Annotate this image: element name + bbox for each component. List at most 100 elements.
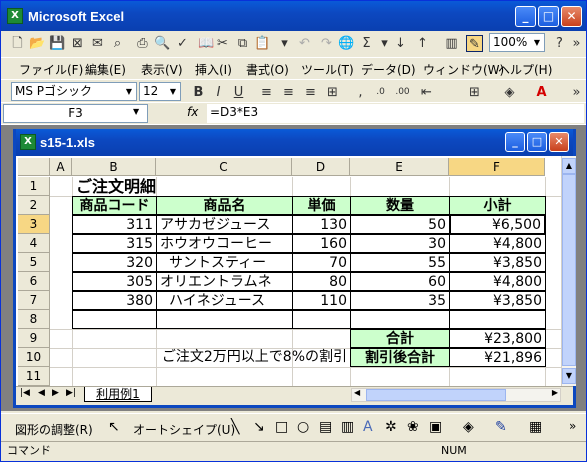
picture-icon[interactable]: ▣ <box>429 419 442 435</box>
row-header-11[interactable]: 11 <box>18 367 50 386</box>
print-icon[interactable]: ⎙ <box>134 35 151 52</box>
scroll-up-icon[interactable]: ▲ <box>562 158 576 174</box>
underline-icon[interactable]: U <box>230 84 247 101</box>
vertical-textbox-icon[interactable]: ▥ <box>341 419 354 435</box>
cell-code[interactable]: 315 <box>72 234 157 253</box>
comma-style-icon[interactable]: , <box>352 84 369 101</box>
discount-total[interactable]: ¥21,896 <box>449 348 546 367</box>
row-header-5[interactable]: 5 <box>18 253 50 272</box>
row-header-3[interactable]: 3 <box>18 215 50 234</box>
scroll-thumb[interactable] <box>562 174 576 366</box>
cell-name[interactable]: ホウオウコーヒー <box>156 234 293 253</box>
header-subtotal[interactable]: 小計 <box>449 196 546 215</box>
sheet-title[interactable]: ご注文明細 <box>73 177 273 196</box>
cell-price[interactable]: 80 <box>292 272 351 291</box>
formula-input[interactable]: =D3*E3 <box>207 104 584 123</box>
menu-window[interactable]: ウィンドウ(W) <box>423 61 504 78</box>
merge-center-icon[interactable]: ⊞ <box>324 84 341 101</box>
open-icon[interactable]: 📂 <box>29 35 46 52</box>
column-header-e[interactable]: E <box>350 158 449 176</box>
save-icon[interactable]: 💾 <box>49 35 66 52</box>
draw-adjust-menu[interactable]: 図形の調整(R) <box>15 421 93 438</box>
cell-name[interactable]: オリエントラムネ <box>156 272 293 291</box>
chart-wizard-icon[interactable]: ▥ <box>443 35 460 52</box>
cell-subtotal[interactable]: ¥4,800 <box>449 234 546 253</box>
select-pointer-icon[interactable]: ↖ <box>108 419 120 435</box>
header-price[interactable]: 単価 <box>292 196 351 215</box>
name-box[interactable]: F3 <box>3 104 148 123</box>
autosum-chevron-icon[interactable]: ▾ <box>376 35 393 52</box>
line-color-icon[interactable]: ✎ <box>495 419 507 435</box>
format-options-icon[interactable]: » <box>568 84 585 101</box>
sheet-grid[interactable]: A B C D E F 1 2 3 4 5 6 7 8 9 10 11 ご注文明… <box>16 156 561 386</box>
header-qty[interactable]: 数量 <box>350 196 450 215</box>
font-size-select[interactable]: 12 ▼ <box>139 82 181 101</box>
vertical-scrollbar[interactable]: ▲ ▼ <box>561 156 576 386</box>
header-name[interactable]: 商品名 <box>156 196 293 215</box>
search-icon[interactable]: ⌕ <box>109 35 126 52</box>
fill-bucket-icon[interactable]: ◈ <box>463 419 474 435</box>
total-label[interactable]: 合計 <box>350 329 450 348</box>
scroll-right-icon[interactable]: ▶ <box>552 388 558 397</box>
minimize-button[interactable]: _ <box>515 6 536 27</box>
cell-qty[interactable]: 60 <box>350 272 450 291</box>
cell-code[interactable]: 305 <box>72 272 157 291</box>
discount-label[interactable]: 割引後合計 <box>350 348 450 367</box>
column-header-c[interactable]: C <box>156 158 292 176</box>
title-bar[interactable]: X Microsoft Excel _ □ ✕ <box>1 1 586 31</box>
menu-edit[interactable]: 編集(E) <box>85 61 126 78</box>
spelling-icon[interactable]: ✓ <box>174 35 191 52</box>
cut-icon[interactable]: ✂ <box>214 35 231 52</box>
sort-descending-icon[interactable]: ↑ <box>414 35 431 52</box>
cell-code[interactable]: 320 <box>72 253 157 272</box>
row-header-1[interactable]: 1 <box>18 177 50 196</box>
row-header-4[interactable]: 4 <box>18 234 50 253</box>
menu-data[interactable]: データ(D) <box>361 61 416 78</box>
row-header-9[interactable]: 9 <box>18 329 50 348</box>
toolbar-options-icon[interactable]: » <box>568 35 585 52</box>
wb-close-button[interactable]: ✕ <box>549 132 569 152</box>
column-header-b[interactable]: B <box>72 158 156 176</box>
cell-qty[interactable]: 55 <box>350 253 450 272</box>
total-value[interactable]: ¥23,800 <box>449 329 546 348</box>
wb-maximize-button[interactable]: □ <box>527 132 547 152</box>
align-center-icon[interactable]: ≡ <box>280 84 297 101</box>
menu-format[interactable]: 書式(O) <box>246 61 289 78</box>
cell-price[interactable]: 70 <box>292 253 351 272</box>
bold-icon[interactable]: B <box>190 84 207 101</box>
column-header-d[interactable]: D <box>292 158 350 176</box>
column-header-f[interactable]: F <box>449 158 545 176</box>
cell-name[interactable]: アサカゼジュース <box>156 215 293 234</box>
textbox-icon[interactable]: ▤ <box>319 419 332 435</box>
cell-empty[interactable] <box>350 310 450 329</box>
scroll-down-icon[interactable]: ▼ <box>562 368 576 384</box>
hyperlink-icon[interactable]: 🌐 <box>338 35 355 52</box>
cell-subtotal-active[interactable]: ¥6,500 <box>449 214 546 235</box>
last-sheet-icon[interactable]: ▶| <box>66 388 76 398</box>
close-button[interactable]: ✕ <box>561 6 582 27</box>
sheet-tab[interactable]: 利用例1 <box>84 387 152 402</box>
select-all[interactable] <box>18 158 50 176</box>
fx-icon[interactable]: fx <box>187 105 198 119</box>
cell-name[interactable]: ハイネジュース <box>156 291 293 310</box>
next-sheet-icon[interactable]: ▶ <box>52 388 59 398</box>
font-select[interactable]: MS Pゴシック ▼ <box>11 82 137 101</box>
rectangle-icon[interactable]: □ <box>275 419 288 435</box>
horizontal-scrollbar[interactable]: ◀ ▶ <box>351 388 561 402</box>
align-left-icon[interactable]: ≡ <box>258 84 275 101</box>
cell-qty[interactable]: 50 <box>350 215 450 234</box>
copy-icon[interactable]: ⧉ <box>234 35 251 52</box>
cell-subtotal[interactable]: ¥4,800 <box>449 272 546 291</box>
increase-decimal-icon[interactable]: .0 <box>372 84 389 101</box>
paste-options-chevron-icon[interactable]: ▾ <box>276 35 293 52</box>
sort-ascending-icon[interactable]: ↓ <box>392 35 409 52</box>
print-preview-icon[interactable]: 🔍 <box>154 35 171 52</box>
fill-color-icon[interactable]: ◈ <box>501 84 518 101</box>
prev-sheet-icon[interactable]: ◀ <box>38 388 45 398</box>
autosum-icon[interactable]: Σ <box>358 35 375 52</box>
row-header-8[interactable]: 8 <box>18 310 50 329</box>
row-header-2[interactable]: 2 <box>18 196 50 215</box>
zoom-select[interactable]: 100% ▼ <box>489 33 545 52</box>
cell-empty[interactable] <box>449 310 546 329</box>
cell-code[interactable]: 380 <box>72 291 157 310</box>
